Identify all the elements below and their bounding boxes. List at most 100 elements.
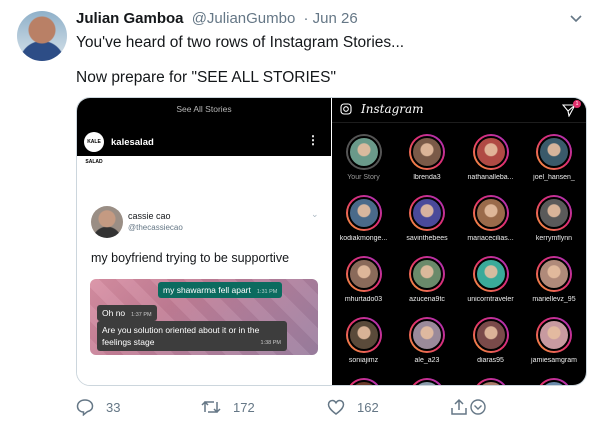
story-item[interactable]: azucena9tc (396, 256, 459, 303)
story-avatar[interactable] (409, 134, 445, 170)
story-item[interactable]: jamiesamgram (523, 317, 586, 364)
story-item[interactable] (396, 378, 459, 385)
reply-icon (76, 399, 94, 416)
chevron-down-icon: ⌄ (311, 209, 319, 219)
story-avatar-image (538, 197, 570, 229)
reply-button[interactable]: 33 (76, 398, 120, 416)
story-item[interactable]: kerrymflynn (523, 195, 586, 242)
story-avatar[interactable] (345, 134, 382, 170)
story-item[interactable]: mhurtado03 (332, 256, 395, 303)
instagram-logo-text: Instagram (361, 102, 424, 116)
see-all-stories-title: See All Stories (176, 104, 232, 114)
story-username: joel_hansen_ (533, 174, 575, 181)
story-avatar[interactable] (409, 317, 445, 353)
story-item[interactable] (523, 378, 586, 385)
embedded-author-name: cassie cao (128, 211, 171, 221)
story-avatar[interactable] (409, 195, 445, 231)
chat-time: 1:38 PM (260, 340, 281, 346)
reply-count: 33 (106, 399, 121, 415)
embedded-avatar (91, 206, 123, 238)
story-avatar[interactable] (536, 317, 572, 353)
chat-bubble-sent: my shawarma fell apart 1:31 PM (158, 282, 283, 298)
story-avatar-image (347, 197, 380, 229)
story-avatar[interactable] (536, 134, 572, 170)
like-count: 162 (357, 399, 379, 415)
story-item[interactable]: Your Story (332, 134, 395, 181)
retweet-count: 172 (233, 399, 255, 415)
story-avatar[interactable] (472, 378, 509, 385)
tweet-media[interactable]: See All Stories KALE SALAD kalesalad ⋮ c… (76, 97, 587, 386)
story-avatar[interactable] (409, 378, 445, 385)
story-avatar[interactable] (536, 378, 572, 385)
chat-bubble-received: Oh no 1:37 PM (97, 305, 157, 321)
camera-icon (340, 103, 352, 115)
story-username: Your Story (347, 174, 380, 181)
story-item[interactable]: mariellevz_95 (523, 256, 586, 303)
chat-bubble-received: Are you solution oriented about it or in… (97, 321, 287, 351)
share-icon (451, 398, 486, 415)
story-item[interactable]: joel_hansen_ (523, 134, 586, 181)
retweet-button[interactable]: 172 (201, 398, 255, 416)
tweet-date[interactable]: · Jun 26 (303, 10, 357, 27)
chevron-down-icon[interactable] (568, 10, 584, 26)
author-name[interactable]: Julian Gamboa (76, 10, 184, 27)
story-item[interactable]: soniajimz (332, 317, 395, 364)
embedded-author-handle: @thecassiecao (128, 223, 183, 232)
story-avatar[interactable] (472, 195, 509, 231)
story-item[interactable]: lbrenda3 (396, 134, 459, 181)
story-screenshot-left: See All Stories KALE SALAD kalesalad ⋮ c… (77, 98, 331, 385)
story-avatar-image (474, 258, 507, 290)
story-avatar-image (347, 380, 380, 385)
story-avatar[interactable] (472, 134, 509, 170)
story-avatar[interactable] (345, 317, 382, 353)
instagram-header: Instagram 1 (332, 98, 586, 123)
story-item[interactable]: nathanalleba... (459, 134, 522, 181)
story-avatar-image (411, 258, 443, 290)
chat-time: 1:37 PM (131, 312, 152, 318)
chat-text: Oh no (102, 308, 126, 318)
story-item[interactable]: kodiakmonge... (332, 195, 395, 242)
story-avatar-image (474, 319, 507, 351)
story-item[interactable]: savinthebees (396, 195, 459, 242)
story-item[interactable]: unicorntraveler (459, 256, 522, 303)
tweet-text-line1: You've heard of two rows of Instagram St… (76, 34, 405, 51)
story-avatar-image (474, 136, 507, 168)
story-avatar[interactable] (472, 256, 509, 292)
story-account-name: kalesalad (111, 137, 154, 148)
like-icon (327, 399, 345, 415)
story-avatar[interactable] (472, 317, 509, 353)
story-avatar[interactable] (345, 195, 382, 231)
story-item[interactable]: mariacecilias... (459, 195, 522, 242)
chat-text: my shawarma fell apart (163, 285, 251, 295)
story-avatar-image (411, 380, 443, 385)
story-avatar-image (538, 258, 570, 290)
story-item[interactable]: diaras95 (459, 317, 522, 364)
author-avatar[interactable] (17, 11, 67, 61)
story-username: kodiakmonge... (339, 235, 388, 242)
story-username: mariellevz_95 (532, 296, 576, 303)
story-avatar-image (538, 136, 570, 168)
story-avatar-image (347, 136, 380, 168)
story-avatar-image (411, 136, 443, 168)
tweet-actions: 33 172 162 (76, 398, 585, 422)
tweet-header: Julian Gamboa @JulianGumbo · Jun 26 (76, 10, 358, 27)
story-username: ale_a23 (414, 357, 440, 364)
story-avatar[interactable] (409, 256, 445, 292)
story-username: mhurtado03 (344, 296, 383, 303)
author-handle[interactable]: @JulianGumbo (192, 10, 296, 27)
story-avatar-image (347, 319, 380, 351)
tweet-text-line2: Now prepare for "SEE ALL STORIES" (76, 69, 336, 86)
story-avatar[interactable] (345, 378, 382, 385)
story-avatar[interactable] (345, 256, 382, 292)
like-button[interactable]: 162 (327, 398, 379, 416)
more-options-icon: ⋮ (307, 133, 319, 147)
story-username: mariacecilias... (467, 235, 514, 242)
story-avatar[interactable] (536, 256, 572, 292)
story-item[interactable] (332, 378, 395, 385)
story-item[interactable]: ale_a23 (396, 317, 459, 364)
embedded-tweet-text: my boyfriend trying to be supportive (91, 251, 290, 265)
story-item[interactable] (459, 378, 522, 385)
story-avatar[interactable] (536, 195, 572, 231)
share-button[interactable] (450, 398, 500, 416)
story-avatar-image (538, 380, 570, 385)
